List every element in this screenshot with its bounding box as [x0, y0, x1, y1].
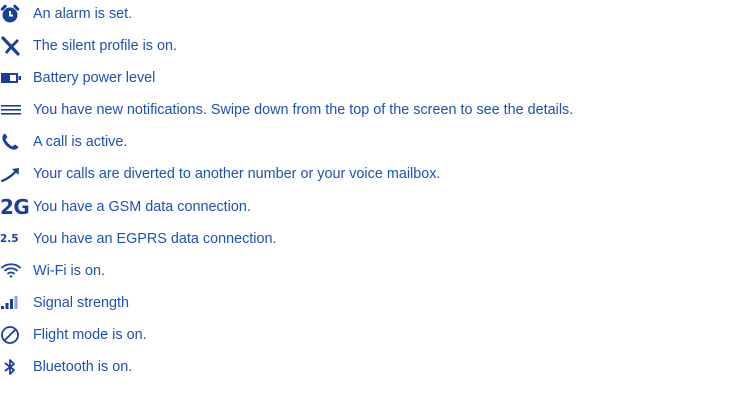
- list-item-divert: Your calls are diverted to another numbe…: [0, 160, 440, 188]
- gsm-2g-icon: 2G: [0, 193, 33, 221]
- list-item-text: The silent profile is on.: [33, 38, 177, 54]
- list-item-text: An alarm is set.: [33, 6, 133, 22]
- list-item-battery: Battery power level: [0, 64, 155, 92]
- list-item-text: Flight mode is on.: [33, 327, 147, 343]
- list-item-text: A call is active.: [33, 134, 128, 150]
- phone-call-icon: [0, 128, 33, 156]
- flight-mode-icon: [0, 321, 33, 349]
- list-item-text: You have a GSM data connection.: [33, 199, 251, 215]
- list-item-wifi: Wi-Fi is on.: [0, 257, 105, 285]
- notifications-icon: [0, 96, 33, 124]
- list-item-flight-mode: Flight mode is on.: [0, 321, 147, 349]
- list-item-text: You have an EGPRS data connection.: [33, 231, 277, 247]
- list-item-text: You have new notifications. Swipe down f…: [33, 102, 574, 118]
- list-item-text: Bluetooth is on.: [33, 359, 133, 375]
- list-item-text: Your calls are diverted to another numbe…: [33, 166, 441, 182]
- egprs-icon: 2.5: [0, 225, 33, 253]
- alarm-clock-icon: [0, 0, 33, 28]
- list-item-text: Wi-Fi is on.: [33, 263, 105, 279]
- gsm-2g-label: 2G: [0, 195, 30, 219]
- list-item-bluetooth: Bluetooth is on.: [0, 353, 132, 381]
- wifi-icon: [0, 257, 33, 285]
- list-item-silent: The silent profile is on.: [0, 32, 177, 60]
- signal-strength-icon: [0, 289, 33, 317]
- egprs-label: 2.5: [0, 233, 19, 245]
- list-item-egprs: 2.5 You have an EGPRS data connection.: [0, 225, 276, 253]
- list-item-alarm: An alarm is set.: [0, 0, 132, 28]
- list-item-gsm: 2G You have a GSM data connection.: [0, 193, 251, 221]
- silent-profile-icon: [0, 32, 33, 60]
- bluetooth-icon: [0, 353, 33, 381]
- list-item-text: Battery power level: [33, 70, 156, 86]
- battery-icon: [0, 64, 33, 92]
- list-item-signal: Signal strength: [0, 289, 129, 317]
- list-item-notifications: You have new notifications. Swipe down f…: [0, 96, 573, 124]
- call-divert-icon: [0, 160, 33, 188]
- list-item-text: Signal strength: [33, 295, 129, 311]
- list-item-call: A call is active.: [0, 128, 127, 156]
